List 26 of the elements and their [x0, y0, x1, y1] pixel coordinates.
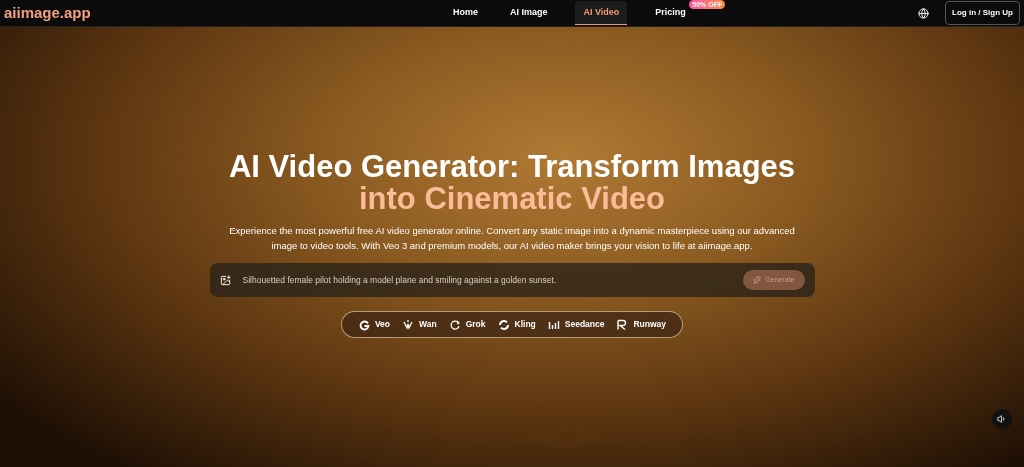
sparkle-icon [753, 276, 762, 284]
nav-link[interactable]: Pricing [651, 1, 690, 25]
model-option[interactable]: Veo [357, 318, 391, 331]
model-option[interactable]: Wan [402, 318, 437, 331]
model-option[interactable]: Seedance [547, 318, 605, 331]
model-option[interactable]: Grok [448, 318, 486, 331]
nav-link[interactable]: AI Video [575, 0, 628, 26]
nav-link[interactable]: Home [448, 1, 482, 25]
volume-button[interactable] [992, 409, 1012, 429]
bars-icon [547, 318, 560, 331]
spiral-icon [497, 318, 510, 331]
language-globe-icon[interactable] [918, 7, 930, 19]
r-logo-icon [616, 318, 629, 331]
circle-arrow-icon [448, 318, 461, 331]
site-logo[interactable]: aiimage.app [4, 1, 91, 25]
speaker-icon [997, 414, 1007, 424]
model-option[interactable]: Kling [497, 318, 536, 331]
login-button[interactable]: Log in / Sign Up [945, 1, 1020, 25]
hero-title: AI Video Generator: Transform Images [228, 151, 796, 183]
hero-title-highlight: into Cinematic Video [358, 183, 665, 215]
nav-link[interactable]: AI Image [505, 1, 552, 25]
hero-description: Experience the most powerful free AI video generator online. Convert any static image into a dynamic masterpiece using our advanced image to video tools. With Veo 3 and premium models, our AI video maker brings your vision to life at aiimage.app. [228, 224, 796, 253]
g-logo-icon [357, 318, 370, 331]
image-upload-icon[interactable] [219, 274, 231, 286]
swirl-icon [402, 318, 415, 331]
model-option[interactable]: Runway [616, 318, 667, 331]
